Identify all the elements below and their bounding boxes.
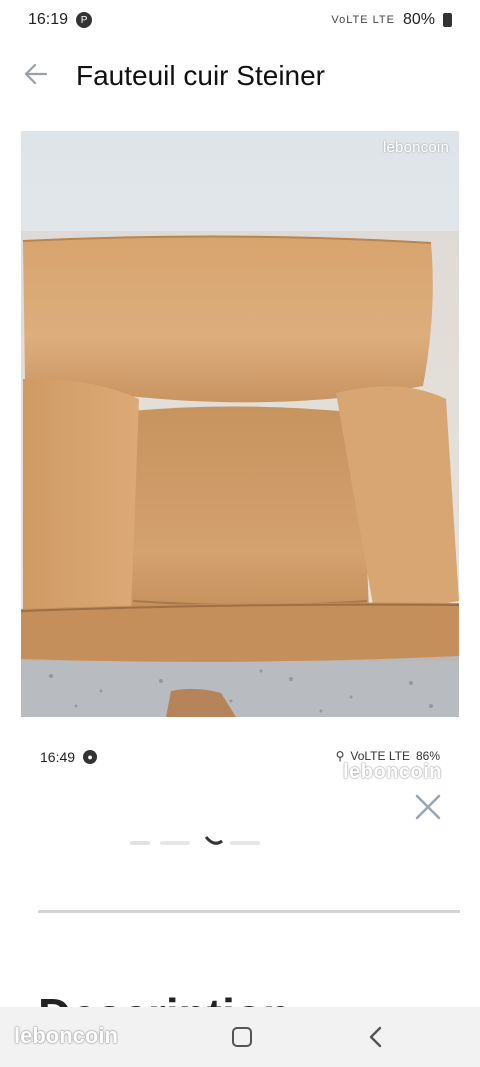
watermark: leboncoin (343, 761, 442, 783)
blurred-text (130, 836, 260, 845)
embedded-status-left: 16:49 ● (40, 749, 98, 765)
notification-icon: P (76, 12, 93, 28)
status-time: 16:19 (28, 11, 69, 28)
embedded-screenshot: 16:49 ● ⚲ VoLTE LTE 86% leboncoin Descri… (0, 735, 480, 1017)
notification-icon: ● (83, 750, 98, 764)
page-title: Fauteuil cuir Steiner (76, 60, 326, 91)
watermark: leboncoin (382, 139, 449, 156)
close-icon[interactable] (412, 791, 444, 823)
status-right: VoLTE LTE 80% (331, 11, 452, 29)
battery-icon (443, 13, 452, 27)
watermark: leboncoin (14, 1023, 118, 1048)
battery-percent: 80% (402, 11, 435, 28)
navigation-bar: leboncoin (0, 1007, 480, 1067)
status-bar: 16:19 P VoLTE LTE 80% (0, 0, 480, 40)
listing-photo[interactable]: leboncoin (21, 131, 459, 717)
network-indicator: VoLTE LTE (331, 14, 395, 26)
embedded-status-time: 16:49 (40, 749, 76, 765)
home-square-icon[interactable] (232, 1027, 252, 1047)
chevron-left-icon[interactable] (366, 1025, 386, 1049)
armchair-image (21, 131, 459, 717)
arrow-left-icon[interactable] (22, 60, 50, 88)
app-bar: Fauteuil cuir Steiner (0, 48, 480, 108)
divider (38, 910, 460, 913)
status-left: 16:19 P (28, 11, 93, 29)
